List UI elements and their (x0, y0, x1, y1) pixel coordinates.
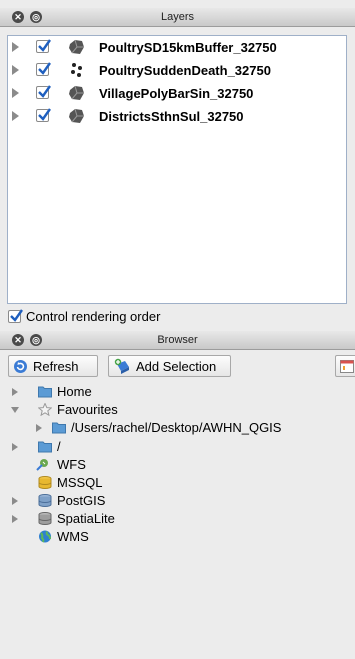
expand-arrow-icon[interactable] (12, 88, 19, 98)
browser-toolbar: Refresh Add Selection (0, 355, 355, 381)
layer-item[interactable]: PoultrySuddenDeath_32750 (8, 60, 346, 82)
add-layer-icon (114, 358, 129, 374)
tree-item-label: SpatiaLite (57, 511, 115, 526)
folder-icon (38, 386, 52, 398)
globe-icon (39, 530, 51, 543)
control-rendering-order-checkbox[interactable] (8, 309, 23, 323)
tree-item-label: PostGIS (57, 493, 106, 508)
layer-item[interactable]: DistrictsSthnSul_32750 (8, 106, 346, 128)
tree-item-label: /Users/rachel/Desktop/AWHN_QGIS (71, 420, 282, 435)
control-rendering-order-label: Control rendering order (26, 309, 161, 324)
tree-item-label: Home (57, 384, 92, 399)
tree-item-root[interactable]: / (0, 439, 355, 455)
refresh-label: Refresh (33, 359, 79, 374)
point-layer-icon (68, 62, 86, 78)
polygon-layer-icon (68, 85, 86, 101)
tree-item-wfs[interactable]: WFS (0, 457, 355, 473)
layer-visibility-checkbox[interactable] (36, 39, 51, 53)
expand-arrow-icon[interactable] (12, 515, 18, 523)
add-selection-button[interactable]: Add Selection (108, 355, 231, 377)
layers-title: Layers (160, 11, 195, 23)
layers-titlebar[interactable]: ✕ ◎ Layers (0, 8, 355, 27)
refresh-button[interactable]: Refresh (8, 355, 98, 377)
layer-item[interactable]: PoultrySD15kmBuffer_32750 (8, 37, 346, 59)
tree-item-mssql[interactable]: MSSQL (0, 475, 355, 491)
layer-visibility-checkbox[interactable] (36, 108, 51, 122)
polygon-layer-icon (68, 108, 86, 124)
polygon-layer-icon (68, 39, 86, 55)
spatialite-icon (38, 512, 52, 525)
star-icon (38, 403, 52, 416)
expand-arrow-icon[interactable] (12, 497, 18, 505)
refresh-icon (14, 360, 27, 373)
control-rendering-order[interactable]: Control rendering order (8, 308, 348, 326)
layer-name: PoultrySD15kmBuffer_32750 (99, 40, 277, 55)
properties-icon (340, 360, 354, 373)
layers-list[interactable]: PoultrySD15kmBuffer_32750 PoultrySuddenD… (7, 35, 347, 304)
tree-item-wms[interactable]: WMS (0, 529, 355, 545)
layer-item[interactable]: VillagePolyBarSin_32750 (8, 83, 346, 105)
tree-item-label: WFS (57, 457, 86, 472)
postgis-icon (38, 494, 52, 507)
properties-button[interactable] (335, 355, 355, 377)
collapse-arrow-icon[interactable] (11, 407, 19, 413)
tree-item-label: Favourites (57, 402, 118, 417)
tree-item-favourite-path[interactable]: /Users/rachel/Desktop/AWHN_QGIS (0, 420, 355, 436)
layer-visibility-checkbox[interactable] (36, 62, 51, 76)
tree-item-favourites[interactable]: Favourites (0, 402, 355, 418)
expand-arrow-icon[interactable] (12, 388, 18, 396)
tree-item-spatialite[interactable]: SpatiaLite (0, 511, 355, 527)
folder-icon (52, 422, 66, 434)
tree-item-label: / (57, 439, 61, 454)
expand-arrow-icon[interactable] (12, 111, 19, 121)
layer-name: DistrictsSthnSul_32750 (99, 109, 244, 124)
tree-item-postgis[interactable]: PostGIS (0, 493, 355, 509)
tree-item-label: MSSQL (57, 475, 103, 490)
expand-arrow-icon[interactable] (36, 424, 42, 432)
expand-arrow-icon[interactable] (12, 42, 19, 52)
expand-arrow-icon[interactable] (12, 65, 19, 75)
tree-item-home[interactable]: Home (0, 384, 355, 400)
tree-item-label: WMS (57, 529, 89, 544)
layer-name: VillagePolyBarSin_32750 (99, 86, 254, 101)
browser-title: Browser (157, 334, 198, 346)
database-icon (38, 476, 52, 489)
folder-icon (38, 441, 52, 453)
wfs-icon (36, 459, 48, 471)
layer-visibility-checkbox[interactable] (36, 85, 51, 99)
layer-name: PoultrySuddenDeath_32750 (99, 63, 271, 78)
add-selection-label: Add Selection (136, 359, 217, 374)
expand-arrow-icon[interactable] (12, 443, 18, 451)
browser-titlebar[interactable]: ✕ ◎ Browser (0, 331, 355, 350)
